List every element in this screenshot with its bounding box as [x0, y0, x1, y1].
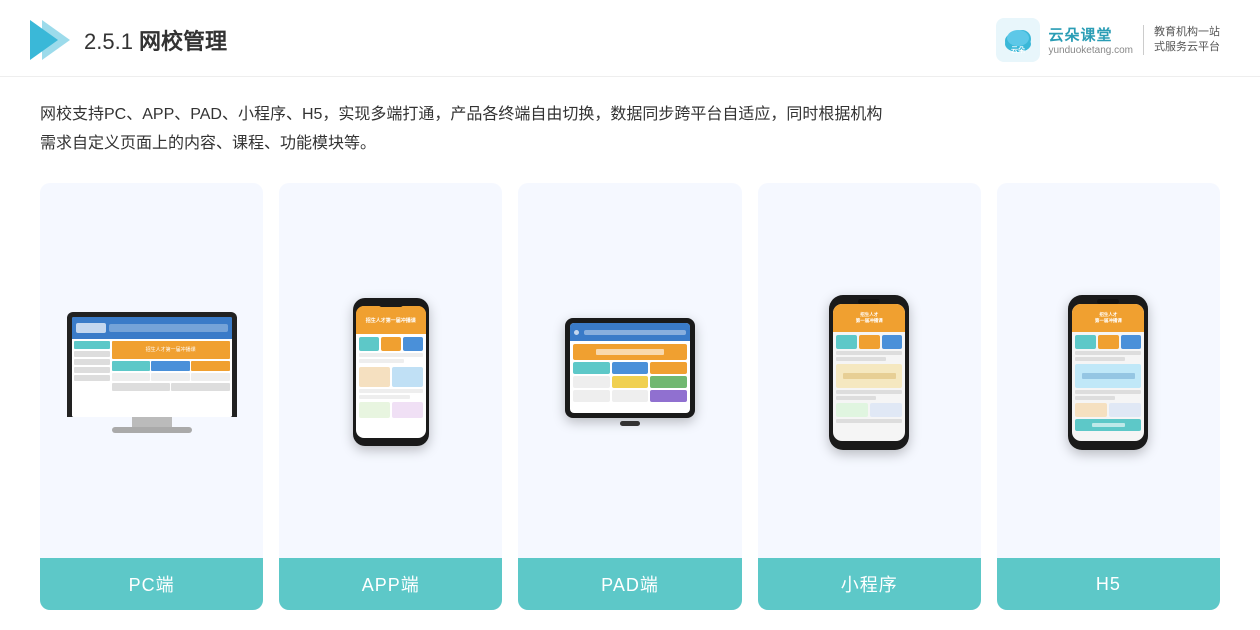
header-divider [1143, 25, 1144, 55]
brand-text: 云朵课堂 yunduoketang.com [1048, 24, 1133, 56]
logo-arrow-icon [30, 20, 70, 60]
phone-mockup-app: 招生人才第一届冲播课 [353, 298, 429, 446]
brand-slogan: 教育机构一站 式服务云平台 [1154, 25, 1220, 56]
card-pc-device: 招生人才第一届冲播课 [40, 183, 263, 558]
card-h5: 招生人才第一届冲播课 [997, 183, 1220, 610]
card-pad-device [518, 183, 741, 558]
phone-mockup-h5: 招生人才第一届冲播课 [1068, 295, 1148, 450]
card-app: 招生人才第一届冲播课 [279, 183, 502, 610]
content-area: 网校支持PC、APP、PAD、小程序、H5，实现多端打通，产品各终端自由切换，数… [0, 77, 1260, 630]
pad-mockup [565, 318, 695, 426]
brand-logo: 云朵 云朵课堂 yunduoketang.com [996, 18, 1133, 62]
page-title: 2.5.1 网校管理 [84, 24, 227, 56]
card-app-label: APP端 [279, 558, 502, 610]
header: 2.5.1 网校管理 云朵 云朵课堂 yunduoketang.com [0, 0, 1260, 77]
cloud-brand-icon: 云朵 [996, 18, 1040, 62]
cards-row: 招生人才第一届冲播课 [40, 183, 1220, 610]
phone-mockup-mini: 招生人才第一届冲播课 [829, 295, 909, 450]
card-miniprogram-device: 招生人才第一届冲播课 [758, 183, 981, 558]
card-pc-label: PC端 [40, 558, 263, 610]
card-h5-device: 招生人才第一届冲播课 [997, 183, 1220, 558]
card-app-device: 招生人才第一届冲播课 [279, 183, 502, 558]
header-right: 云朵 云朵课堂 yunduoketang.com 教育机构一站 式服务云平台 [996, 18, 1220, 62]
brand-name: 云朵课堂 [1048, 24, 1133, 45]
header-left: 2.5.1 网校管理 [30, 20, 227, 60]
monitor-mockup: 招生人才第一届冲播课 [67, 312, 237, 433]
card-pad-label: PAD端 [518, 558, 741, 610]
card-pc: 招生人才第一届冲播课 [40, 183, 263, 610]
description-text: 网校支持PC、APP、PAD、小程序、H5，实现多端打通，产品各终端自由切换，数… [40, 101, 1220, 159]
card-miniprogram-label: 小程序 [758, 558, 981, 610]
svg-text:云朵: 云朵 [1011, 45, 1026, 54]
card-h5-label: H5 [997, 558, 1220, 610]
page: 2.5.1 网校管理 云朵 云朵课堂 yunduoketang.com [0, 0, 1260, 630]
card-pad: PAD端 [518, 183, 741, 610]
brand-url: yunduoketang.com [1048, 45, 1133, 56]
card-miniprogram: 招生人才第一届冲播课 [758, 183, 981, 610]
